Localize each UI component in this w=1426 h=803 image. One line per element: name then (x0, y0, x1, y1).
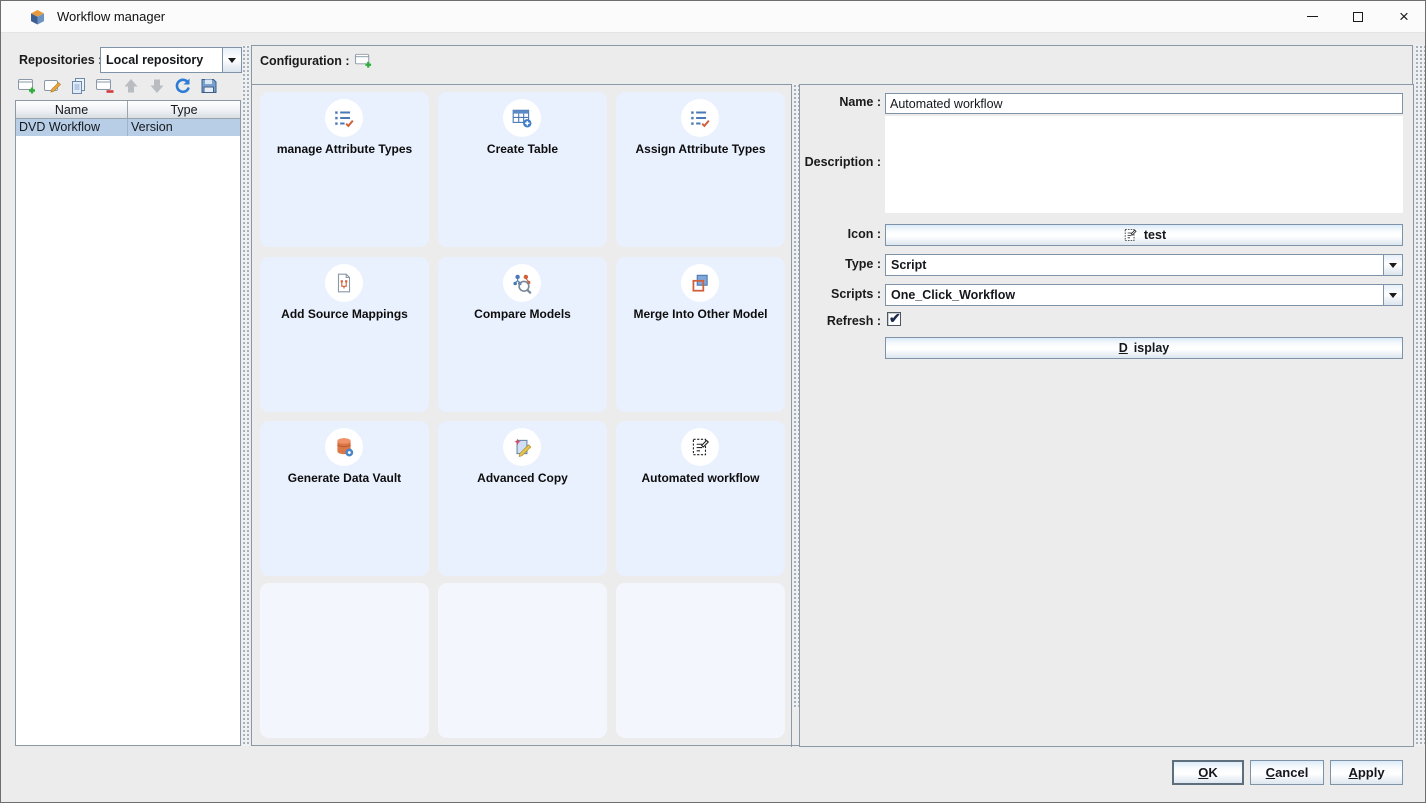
maximize-icon (1353, 12, 1363, 22)
merge-squares-icon (681, 264, 719, 302)
list-check-icon (325, 99, 363, 137)
type-select[interactable]: Script (885, 254, 1403, 276)
apply-button[interactable]: Apply (1330, 760, 1403, 785)
repository-value: Local repository (101, 53, 222, 67)
table-plus-icon (503, 99, 541, 137)
icon-button-label: test (1144, 228, 1166, 242)
repositories-label: Repositories : (19, 53, 102, 67)
icon-button[interactable]: test (885, 224, 1403, 246)
table-row[interactable]: DVD Workflow Version (16, 119, 240, 136)
script-edit-icon (1122, 227, 1138, 243)
display-button[interactable]: Display (885, 337, 1403, 359)
card-label: Advanced Copy (438, 471, 607, 485)
window-title: Workflow manager (57, 9, 165, 24)
arrow-up-icon (121, 76, 141, 96)
scripts-label: Scripts : (800, 287, 881, 301)
close-button[interactable]: × (1381, 1, 1426, 32)
configuration-label: Configuration : (260, 54, 350, 68)
scripts-select[interactable]: One_Click_Workflow (885, 284, 1403, 306)
compare-search-icon (503, 264, 541, 302)
splitter-left[interactable] (242, 45, 250, 746)
chevron-down-icon[interactable] (222, 48, 241, 72)
card-label: manage Attribute Types (260, 142, 429, 156)
cancel-button[interactable]: Cancel (1250, 760, 1324, 785)
card-add-source-mappings[interactable]: Add Source Mappings (260, 257, 429, 412)
card-empty-slot[interactable] (438, 583, 607, 738)
card-label: Assign Attribute Types (616, 142, 785, 156)
new-repository-button[interactable] (17, 76, 37, 96)
minimize-icon (1307, 16, 1318, 17)
table-header: Name Type (16, 101, 240, 119)
icon-label: Icon : (800, 227, 881, 241)
cell-type: Version (128, 119, 240, 136)
repositories-table: Name Type DVD Workflow Version (15, 100, 241, 746)
edit-repository-button[interactable] (43, 76, 63, 96)
refresh-button[interactable] (173, 76, 193, 96)
check-icon: ✔ (889, 310, 901, 327)
move-up-button[interactable] (121, 76, 141, 96)
card-merge-into-other-model[interactable]: Merge Into Other Model (616, 257, 785, 412)
card-label: Automated workflow (616, 471, 785, 485)
refresh-icon (173, 76, 193, 96)
column-header-type[interactable]: Type (128, 101, 240, 119)
maximize-button[interactable] (1335, 1, 1381, 32)
name-label: Name : (800, 95, 881, 109)
delete-repository-button[interactable] (95, 76, 115, 96)
copy-wand-icon (503, 428, 541, 466)
move-down-button[interactable] (147, 76, 167, 96)
copy-repository-button[interactable] (69, 76, 89, 96)
save-button[interactable] (199, 76, 219, 96)
splitter-edge[interactable] (1415, 45, 1426, 746)
description-label: Description : (800, 155, 881, 169)
card-manage-attribute-types[interactable]: manage Attribute Types (260, 92, 429, 247)
card-generate-data-vault[interactable]: Generate Data Vault (260, 421, 429, 576)
card-compare-models[interactable]: Compare Models (438, 257, 607, 412)
type-label: Type : (800, 257, 881, 271)
card-assign-attribute-types[interactable]: Assign Attribute Types (616, 92, 785, 247)
card-label: Generate Data Vault (260, 471, 429, 485)
ok-button[interactable]: OK (1172, 760, 1244, 785)
cell-name: DVD Workflow (16, 119, 128, 136)
minimize-button[interactable] (1289, 1, 1335, 32)
add-configuration-icon[interactable] (354, 51, 373, 70)
delete-window-minus-icon (95, 76, 115, 96)
workflow-card-grid: manage Attribute Types Create Table (252, 84, 792, 747)
card-create-table[interactable]: Create Table (438, 92, 607, 247)
close-icon: × (1399, 8, 1409, 25)
card-label: Add Source Mappings (260, 307, 429, 321)
card-label: Merge Into Other Model (616, 307, 785, 321)
chevron-down-icon[interactable] (1383, 255, 1402, 275)
card-label: Compare Models (438, 307, 607, 321)
script-edit-icon (681, 428, 719, 466)
workflow-manager-window: Workflow manager × Repositories : Local … (0, 0, 1426, 803)
scripts-value: One_Click_Workflow (886, 288, 1383, 302)
description-textarea[interactable] (885, 116, 1403, 213)
card-empty-slot[interactable] (260, 583, 429, 738)
refresh-label: Refresh : (800, 314, 881, 328)
name-input[interactable] (885, 93, 1403, 114)
card-label: Create Table (438, 142, 607, 156)
column-header-name[interactable]: Name (16, 101, 128, 119)
titlebar: Workflow manager × (1, 1, 1425, 33)
new-window-plus-icon (17, 76, 37, 96)
configuration-panel: Configuration : manage Attribute Types (251, 45, 1413, 746)
document-mapping-icon (325, 264, 363, 302)
database-gear-icon (325, 428, 363, 466)
edit-pencil-icon (43, 76, 63, 96)
card-advanced-copy[interactable]: Advanced Copy (438, 421, 607, 576)
copy-icon (69, 76, 89, 96)
app-logo-icon (29, 9, 46, 26)
card-automated-workflow[interactable]: Automated workflow (616, 421, 785, 576)
save-floppy-icon (199, 76, 219, 96)
card-empty-slot[interactable] (616, 583, 785, 738)
workflow-form: Name : Description : Icon : test Type : … (799, 84, 1414, 747)
refresh-checkbox[interactable]: ✔ (887, 312, 901, 326)
arrow-down-icon (147, 76, 167, 96)
repository-select[interactable]: Local repository (100, 47, 242, 73)
type-value: Script (886, 258, 1383, 272)
repositories-toolbar (17, 76, 219, 98)
chevron-down-icon[interactable] (1383, 285, 1402, 305)
list-check-icon (681, 99, 719, 137)
